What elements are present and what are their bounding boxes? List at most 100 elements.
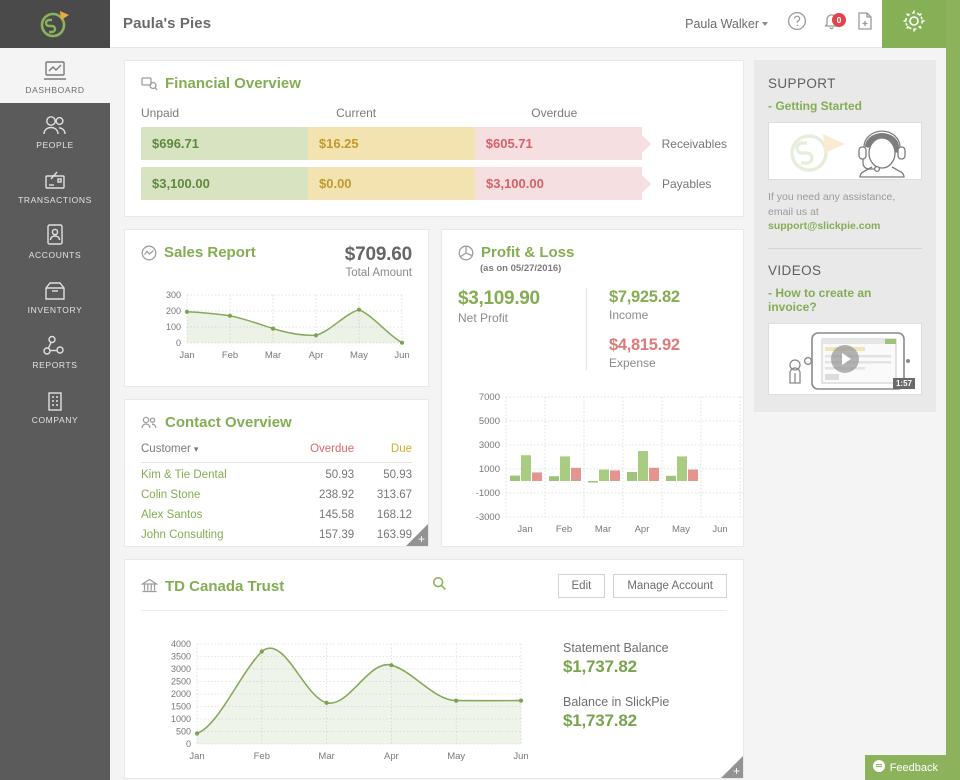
sidebar-item-reports[interactable]: REPORTS <box>0 323 110 378</box>
help-button[interactable] <box>780 0 814 48</box>
slickpie-balance-value: $1,737.82 <box>563 711 669 731</box>
table-row[interactable]: Kim & Tie Dental 50.93 50.93 <box>141 463 412 484</box>
card-title-text: Financial Overview <box>165 75 301 92</box>
video-thumbnail[interactable]: 1:57 <box>768 323 922 395</box>
sidebar-item-dashboard[interactable]: DASHBOARD <box>0 48 110 103</box>
profit-loss-chart: 7000 5000 3000 1000 -1000 -3000 <box>458 386 746 536</box>
manage-account-button[interactable]: Manage Account <box>613 574 727 598</box>
sidebar-item-accounts[interactable]: ACCOUNTS <box>0 213 110 268</box>
accounts-icon <box>44 221 66 247</box>
svg-text:3000: 3000 <box>171 664 191 674</box>
sidebar-item-inventory[interactable]: INVENTORY <box>0 268 110 323</box>
svg-text:May: May <box>447 751 465 762</box>
getting-started-link[interactable]: - Getting Started <box>768 99 922 113</box>
receivables-current[interactable]: $16.25 <box>308 127 475 160</box>
left-column: Sales Report $709.60 Total Amount <box>124 229 429 559</box>
row-customer[interactable]: Colin Stone <box>141 483 282 503</box>
main-sidebar: DASHBOARD PEOPLE TRANSACTIONS ACCOUNTS I <box>0 0 110 780</box>
support-videos-panel: SUPPORT - Getting Started <box>754 60 936 412</box>
svg-text:3500: 3500 <box>171 652 191 662</box>
settings-button[interactable] <box>882 0 946 48</box>
edit-button[interactable]: Edit <box>558 574 606 598</box>
column-unpaid: Unpaid <box>141 106 336 120</box>
table-row[interactable]: John Consulting 157.39 163.99 <box>141 523 412 543</box>
svg-text:3000: 3000 <box>479 440 500 451</box>
support-email-link[interactable]: support@slickpie.com <box>768 220 922 232</box>
assistance-text: If you need any assistance, email us at <box>768 190 922 220</box>
svg-text:0: 0 <box>186 739 191 749</box>
question-circle-icon <box>787 11 807 36</box>
svg-text:1500: 1500 <box>171 702 191 712</box>
new-document-button[interactable] <box>848 0 882 48</box>
bar-group-mar <box>588 470 620 483</box>
contact-overview-title: Contact Overview <box>141 414 412 431</box>
statement-balance-label: Statement Balance <box>563 641 669 655</box>
svg-text:-3000: -3000 <box>476 512 500 523</box>
table-row[interactable]: Alex Santos 145.58 168.12 <box>141 503 412 523</box>
receivables-row: $696.71 $16.25 $605.71 Receivables <box>141 127 727 160</box>
svg-text:1000: 1000 <box>171 714 191 724</box>
sidebar-item-company[interactable]: COMPANY <box>0 378 110 433</box>
video-link[interactable]: - How to create an invoice? <box>768 286 922 314</box>
svg-text:2500: 2500 <box>171 677 191 687</box>
svg-text:Mar: Mar <box>265 350 281 361</box>
sidebar-label: ACCOUNTS <box>29 250 82 260</box>
column-due[interactable]: Due <box>354 443 412 463</box>
income-label: Income <box>609 308 680 322</box>
row-customer[interactable]: John Consulting <box>141 523 282 543</box>
svg-text:-1000: -1000 <box>476 488 500 499</box>
table-row[interactable]: Colin Stone 238.92 313.67 <box>141 483 412 503</box>
body-area: Financial Overview Unpaid Current Overdu… <box>110 48 946 780</box>
row-due: 50.93 <box>354 463 412 484</box>
gear-icon <box>901 8 927 39</box>
bank-search-button[interactable] <box>432 576 447 596</box>
sales-total: $709.60 Total Amount <box>345 244 412 279</box>
notifications-button[interactable]: 0 <box>814 0 848 48</box>
middle-row: Sales Report $709.60 Total Amount <box>124 229 744 559</box>
sidebar-item-people[interactable]: PEOPLE <box>0 103 110 158</box>
svg-text:Jun: Jun <box>394 350 409 361</box>
financial-overview-icon <box>141 76 158 91</box>
column-overdue[interactable]: Overdue <box>282 443 354 463</box>
card-title-text: TD Canada Trust <box>165 578 284 595</box>
support-rail: SUPPORT - Getting Started <box>754 48 946 780</box>
receivables-unpaid[interactable]: $696.71 <box>141 127 308 160</box>
payables-unpaid[interactable]: $3,100.00 <box>141 167 308 200</box>
bar-group-feb <box>549 456 581 481</box>
statement-balance-value: $1,737.82 <box>563 657 669 677</box>
headset-agent-thumbnail <box>769 167 922 180</box>
sidebar-item-transactions[interactable]: TRANSACTIONS <box>0 158 110 213</box>
svg-text:Feb: Feb <box>222 350 238 361</box>
dashboard-icon <box>43 56 67 82</box>
search-icon <box>432 578 447 595</box>
resize-plus-label: + <box>733 765 740 777</box>
column-customer[interactable]: Customer▾ <box>141 443 282 463</box>
user-menu[interactable]: Paula Walker <box>685 17 780 31</box>
payables-overdue[interactable]: $3,100.00 <box>475 167 642 200</box>
svg-text:Jun: Jun <box>712 524 727 535</box>
profit-loss-figures: $3,109.90 Net Profit $7,925.82 Income $4… <box>458 288 727 370</box>
row-customer[interactable]: Alex Santos <box>141 503 282 523</box>
support-thumbnail[interactable] <box>768 122 922 180</box>
dashboard-content: Financial Overview Unpaid Current Overdu… <box>110 48 754 780</box>
payables-current[interactable]: $0.00 <box>308 167 475 200</box>
resize-plus-label: + <box>418 533 425 545</box>
card-title-text: Sales Report <box>164 244 256 261</box>
bank-action-buttons: Edit Manage Account <box>558 574 728 598</box>
sales-total-amount: $709.60 <box>345 244 412 266</box>
sort-descending-icon: ▾ <box>194 444 199 454</box>
row-customer[interactable]: Kim & Tie Dental <box>141 463 282 484</box>
app-logo[interactable] <box>0 0 110 48</box>
svg-text:4000: 4000 <box>171 639 191 649</box>
financial-overview-title: Financial Overview <box>141 75 727 92</box>
play-icon[interactable] <box>831 345 859 373</box>
row-overdue: 157.39 <box>282 523 354 543</box>
svg-text:May: May <box>672 524 690 535</box>
bank-account-title: TD Canada Trust <box>141 578 284 595</box>
income-value: $7,925.82 <box>609 288 680 307</box>
notification-badge: 0 <box>832 13 846 27</box>
net-profit-label: Net Profit <box>458 311 586 325</box>
receivables-overdue[interactable]: $605.71 <box>475 127 642 160</box>
sidebar-label: TRANSACTIONS <box>18 195 92 205</box>
feedback-button[interactable]: Feedback <box>865 755 948 780</box>
